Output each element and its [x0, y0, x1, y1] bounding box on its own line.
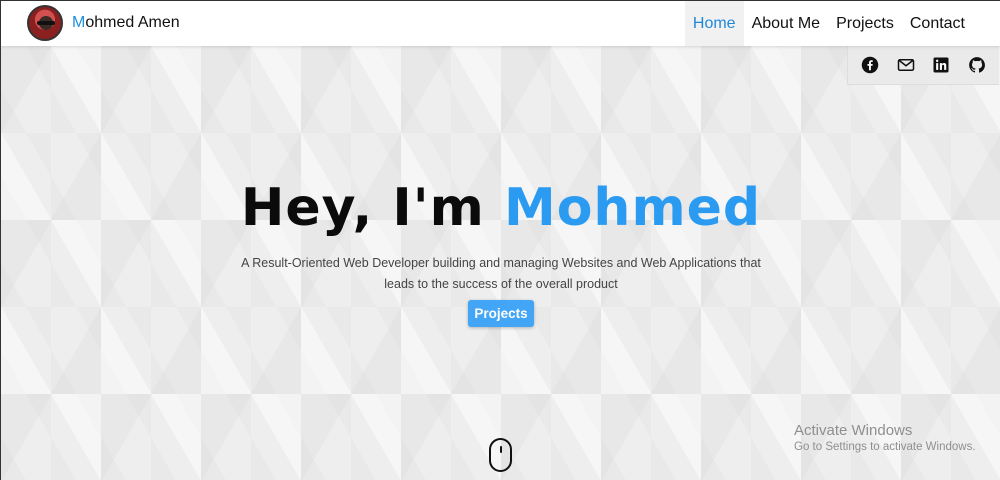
facebook-icon[interactable]: [860, 55, 880, 75]
nav-about-me[interactable]: About Me: [744, 1, 828, 46]
brand[interactable]: Mohmed Amen: [27, 5, 180, 41]
mail-icon[interactable]: [896, 55, 916, 75]
top-navbar: Mohmed Amen Home About Me Projects Conta…: [1, 1, 1000, 46]
windows-activation-watermark: Activate Windows Go to Settings to activ…: [794, 422, 976, 453]
github-icon[interactable]: [967, 55, 987, 75]
hero-title: Hey, I'm Mohmed: [1, 171, 1000, 245]
hero-description: A Result-Oriented Web Developer building…: [241, 256, 761, 291]
nav-home[interactable]: Home: [684, 1, 744, 46]
mouse-wheel: [500, 446, 502, 453]
avatar-glasses: [37, 21, 55, 25]
brand-name-rest: ohmed Amen: [85, 14, 180, 31]
hero-greeting: Hey, I'm: [240, 178, 485, 238]
nav-contact[interactable]: Contact: [902, 1, 973, 46]
brand-initial: M: [72, 14, 86, 31]
projects-button[interactable]: Projects: [468, 300, 534, 327]
brand-name: Mohmed Amen: [72, 14, 180, 32]
watermark-title: Activate Windows: [794, 422, 913, 439]
hero-name: Mohmed: [503, 178, 762, 238]
linkedin-icon[interactable]: [931, 55, 951, 75]
watermark-subtitle: Go to Settings to activate Windows.: [794, 441, 976, 453]
scroll-mouse-icon[interactable]: [489, 438, 512, 472]
avatar: [27, 5, 63, 41]
social-links: [847, 46, 999, 85]
main-nav: Home About Me Projects Contact: [684, 1, 973, 46]
nav-projects[interactable]: Projects: [828, 1, 902, 46]
hero-section: Hey, I'm Mohmed A Result-Oriented Web De…: [1, 171, 1000, 327]
